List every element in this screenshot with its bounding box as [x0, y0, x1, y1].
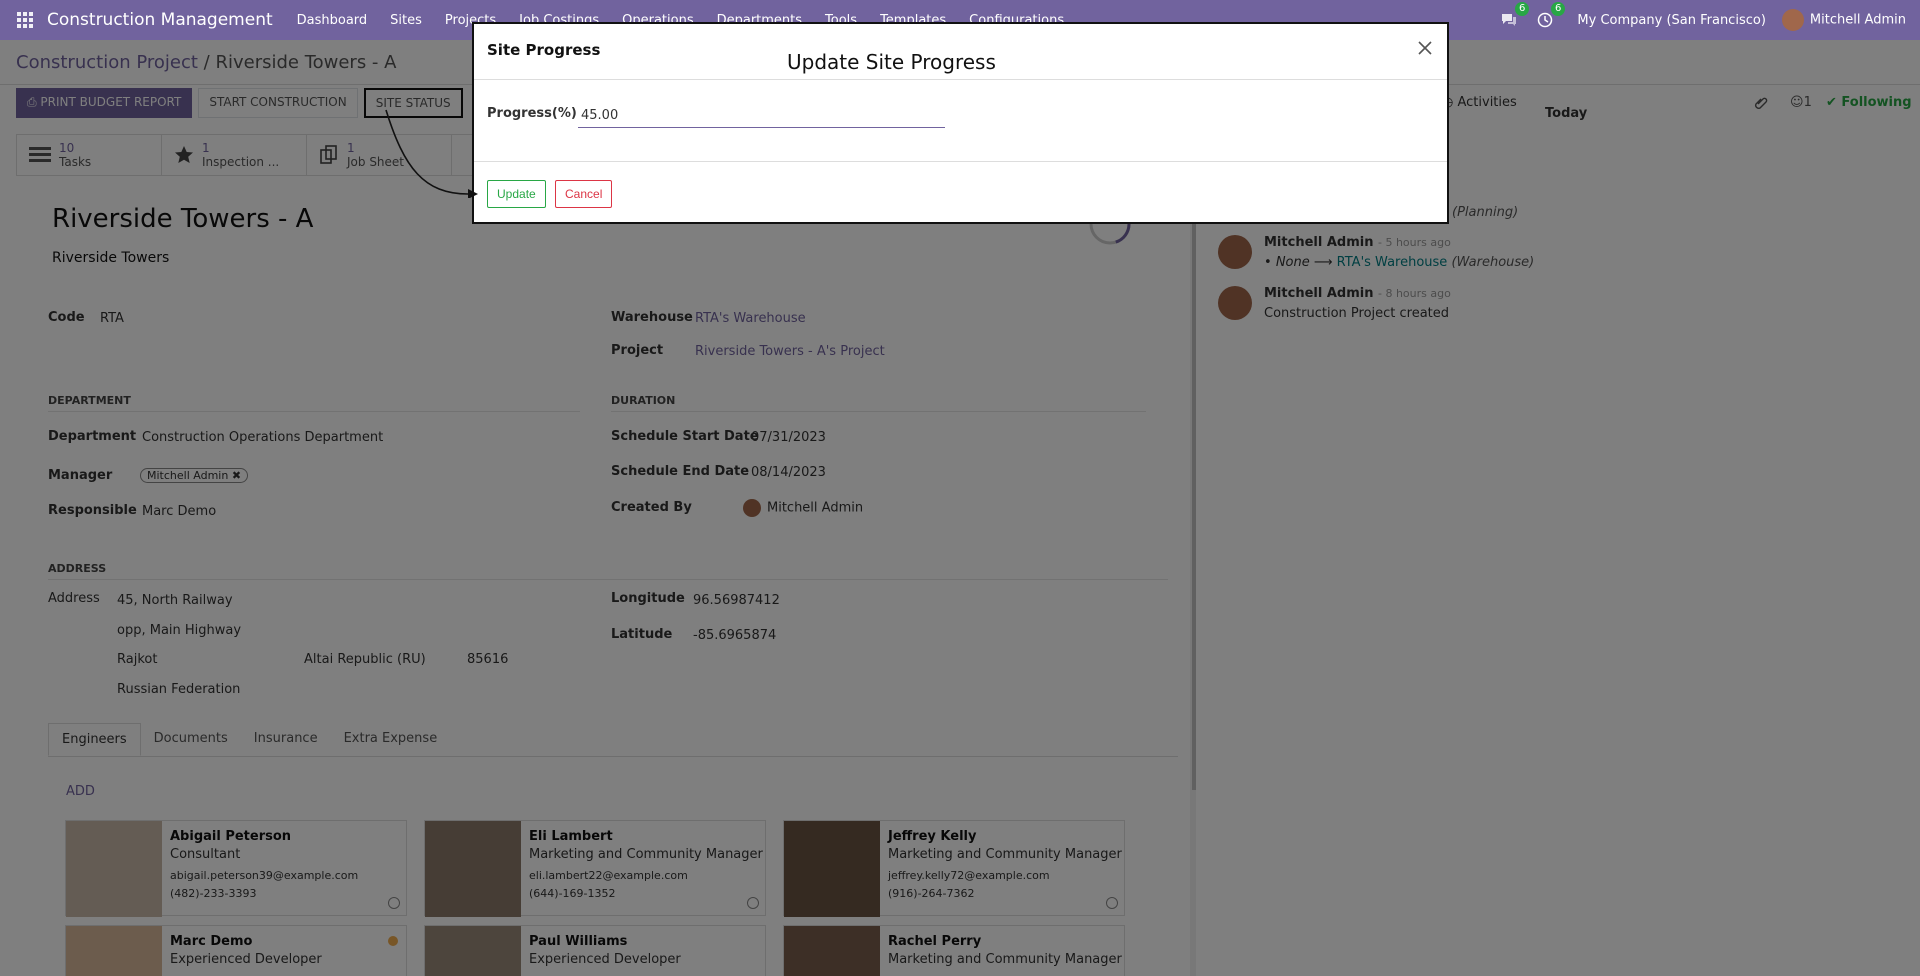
messages-badge: 6 [1515, 2, 1530, 16]
annotation-arrow [385, 109, 478, 198]
dialog-title: Site Progress [487, 41, 601, 59]
company-switcher[interactable]: My Company (San Francisco) [1577, 13, 1765, 28]
update-button[interactable]: Update [487, 180, 546, 208]
user-avatar [1781, 9, 1804, 31]
cancel-button[interactable]: Cancel [555, 180, 613, 208]
annotation-caption: Update Site Progress [787, 50, 996, 74]
user-menu[interactable]: Mitchell Admin [1781, 9, 1906, 31]
menu-sites[interactable]: Sites [390, 13, 422, 28]
app-brand[interactable]: Construction Management [47, 10, 273, 30]
navbar-right: 6 6 My Company (San Francisco) Mitchell … [1499, 0, 1906, 40]
apps-menu-icon[interactable] [17, 12, 33, 28]
progress-input[interactable] [578, 104, 945, 128]
menu-dashboard[interactable]: Dashboard [297, 13, 368, 28]
progress-label: Progress(%) [487, 106, 577, 121]
dialog-body: Progress(%) [474, 80, 1447, 162]
site-progress-dialog: Site Progress Update Site Progress Progr… [472, 22, 1449, 224]
activities-clock-icon[interactable]: 6 [1535, 2, 1566, 30]
dialog-header: Site Progress Update Site Progress [474, 24, 1447, 80]
user-name: Mitchell Admin [1809, 12, 1906, 28]
activities-badge: 6 [1551, 2, 1566, 16]
close-icon[interactable] [1415, 38, 1435, 58]
messages-icon[interactable]: 6 [1499, 2, 1530, 30]
